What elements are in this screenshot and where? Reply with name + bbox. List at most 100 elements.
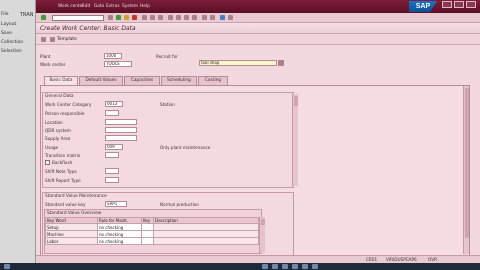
standard-value-key-text: Normal production (160, 202, 199, 207)
field-label: Work Center Category (45, 102, 92, 107)
menu-bar: Work center Edit Goto Extras System Help… (36, 0, 480, 13)
cancel-icon[interactable] (132, 15, 137, 20)
other-work-center-icon[interactable] (41, 37, 46, 42)
bg-menu-item[interactable]: Layout (1, 22, 16, 27)
shortcut-icon[interactable] (210, 15, 215, 20)
key-cell[interactable] (141, 237, 154, 245)
work-center-category-field[interactable]: 0013 (105, 101, 123, 107)
bg-menu-item[interactable]: Selection (1, 49, 22, 54)
shift-note-label: Shift Note Type (45, 169, 77, 174)
command-field[interactable] (52, 15, 104, 21)
field-label: Supply Area (45, 136, 71, 141)
bg-menu-item[interactable]: Collection (1, 40, 23, 45)
template-button[interactable]: Template (57, 37, 77, 42)
general-data-title: General Data (45, 94, 74, 99)
general-data-scrollbar[interactable] (292, 94, 298, 186)
field-text: Station (160, 102, 175, 107)
menu-work-center[interactable]: Work center (58, 4, 84, 9)
menu-extras[interactable]: Extras (106, 4, 120, 9)
plant-label: Plant (40, 54, 51, 59)
person-responsible-field[interactable] (105, 110, 119, 116)
new-session-icon[interactable] (202, 15, 207, 20)
standard-value-key-label: Standard value key (45, 202, 86, 207)
table-row: Setup no checking (45, 223, 259, 231)
sap-window: Work center Edit Goto Extras System Help… (36, 0, 480, 270)
taskbar-app-icon[interactable] (272, 264, 278, 269)
maximize-button[interactable] (454, 1, 464, 8)
save-icon[interactable] (108, 15, 113, 20)
menu-help[interactable]: Help (140, 4, 150, 9)
tab-costing[interactable]: Costing (198, 76, 228, 85)
taskbar-app-icon[interactable] (262, 264, 268, 269)
tab-basic-data[interactable]: Basic Data (44, 76, 78, 85)
taskbar-app-icon[interactable] (282, 264, 288, 269)
standard-value-title: Standard Value Maintenance (45, 194, 107, 199)
description-label: Recruit for (156, 54, 178, 59)
field-label: QDR system (45, 128, 71, 133)
minimize-button[interactable] (442, 1, 452, 8)
close-button[interactable] (466, 1, 476, 8)
usage-field[interactable]: 009 (105, 144, 123, 150)
rule-cell[interactable]: no checking (97, 237, 142, 245)
system-toolbar (36, 13, 480, 23)
backflush-checkbox[interactable] (45, 160, 50, 165)
standard-value-key-field[interactable]: SAP1 (105, 201, 127, 207)
backflush-label: Backflush (52, 160, 73, 165)
bg-menu-item[interactable]: File (1, 12, 9, 17)
first-page-icon[interactable] (168, 15, 173, 20)
start-icon[interactable] (4, 264, 10, 269)
next-page-icon[interactable] (184, 15, 189, 20)
tab-scheduling[interactable]: Scheduling (161, 76, 197, 85)
key-cell[interactable] (141, 223, 154, 231)
enter-icon[interactable] (41, 15, 46, 20)
scroll-thumb[interactable] (465, 88, 469, 238)
table-scrollbar[interactable] (259, 217, 265, 253)
find-icon[interactable] (150, 15, 155, 20)
menu-edit[interactable]: Edit (82, 4, 90, 9)
taskbar-app-icon[interactable] (302, 264, 308, 269)
layout-icon[interactable] (228, 15, 233, 20)
shift-report-field[interactable] (105, 177, 119, 183)
key-cell[interactable] (141, 230, 154, 238)
tab-capacities[interactable]: Capacities (124, 76, 160, 85)
qdr-system-field[interactable] (105, 127, 137, 133)
field-text: Only plant maintenance (160, 145, 211, 150)
help-icon[interactable] (220, 15, 225, 20)
work-center-field[interactable]: TOOLS (104, 61, 132, 67)
bg-menu-item[interactable]: Save (1, 31, 12, 36)
shift-note-field[interactable] (105, 168, 119, 174)
location-field[interactable] (105, 119, 137, 125)
rule-cell[interactable]: no checking (97, 223, 142, 231)
description-field[interactable]: tool shop (199, 60, 277, 66)
standard-values-table: Key Word Rule for Maint. Key Description… (45, 217, 259, 245)
template-icon[interactable] (50, 37, 55, 42)
print-icon[interactable] (142, 15, 147, 20)
page-scrollbar[interactable] (463, 86, 469, 254)
taskbar-app-icon[interactable] (292, 264, 298, 269)
rule-cell[interactable]: no checking (97, 230, 142, 238)
supply-area-field[interactable] (105, 135, 137, 141)
table-row: Labor no checking (45, 237, 259, 245)
prev-page-icon[interactable] (176, 15, 181, 20)
last-page-icon[interactable] (192, 15, 197, 20)
title-bar: Create Work Center: Basic Data (36, 23, 480, 34)
taskbar-app-icon[interactable] (312, 264, 318, 269)
transition-matrix-field[interactable] (105, 152, 119, 158)
tab-default-values[interactable]: Default Values (79, 76, 123, 85)
scroll-thumb[interactable] (261, 219, 265, 225)
status-bar: CR01 VIRIDUSPCAP6 OVR (36, 255, 480, 263)
status-system: CR01 (366, 257, 378, 262)
find-next-icon[interactable] (158, 15, 163, 20)
long-text-icon[interactable] (278, 60, 284, 66)
plant-field[interactable]: 1000 (104, 53, 122, 59)
key-word-cell: Machine (45, 230, 98, 238)
taskbar (0, 263, 480, 270)
menu-goto[interactable]: Goto (94, 4, 104, 9)
scroll-thumb[interactable] (294, 96, 298, 106)
bg-tran-label: TRAN (20, 12, 34, 18)
table-row: Machine no checking (45, 230, 259, 238)
exit-icon[interactable] (124, 15, 129, 20)
menu-system[interactable]: System (122, 4, 138, 9)
field-label: Person responsible (45, 111, 85, 116)
back-icon[interactable] (116, 15, 121, 20)
